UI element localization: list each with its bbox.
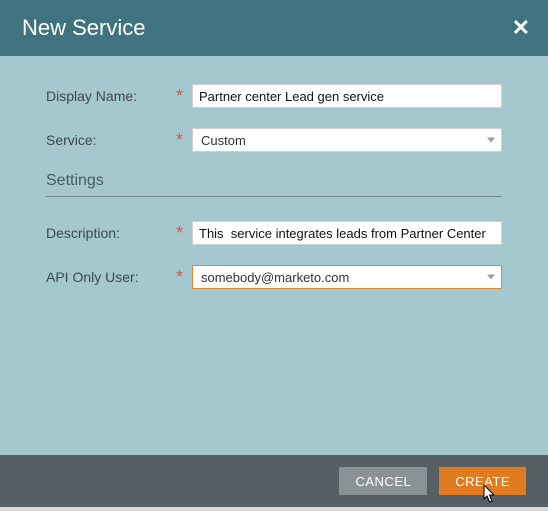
chevron-down-icon: [487, 275, 495, 280]
service-select-value: Custom: [201, 133, 246, 148]
new-service-dialog: New Service ✕ Display Name: * Service: *…: [0, 0, 548, 511]
bottom-strip: [0, 507, 548, 511]
required-marker: *: [176, 226, 190, 240]
service-select[interactable]: Custom: [192, 128, 502, 152]
description-input[interactable]: [192, 221, 502, 245]
row-service: Service: * Custom: [46, 128, 502, 152]
close-icon[interactable]: ✕: [512, 17, 530, 39]
api-only-user-select-value: somebody@marketo.com: [201, 270, 349, 285]
required-marker: *: [176, 89, 190, 103]
required-marker: *: [176, 270, 190, 284]
settings-heading: Settings: [46, 172, 502, 197]
dialog-titlebar: New Service ✕: [0, 0, 548, 56]
cancel-button[interactable]: CANCEL: [339, 467, 427, 495]
row-description: Description: *: [46, 221, 502, 245]
dialog-title: New Service: [22, 15, 145, 41]
create-button[interactable]: CREATE: [439, 467, 526, 495]
row-api-only-user: API Only User: * somebody@marketo.com: [46, 265, 502, 289]
display-name-label: Display Name:: [46, 88, 176, 104]
dialog-body: Display Name: * Service: * Custom Settin…: [0, 56, 548, 455]
required-marker: *: [176, 133, 190, 147]
api-only-user-label: API Only User:: [46, 269, 176, 285]
display-name-input[interactable]: [192, 84, 502, 108]
service-label: Service:: [46, 132, 176, 148]
dialog-footer: CANCEL CREATE: [0, 455, 548, 507]
description-label: Description:: [46, 225, 176, 241]
row-display-name: Display Name: *: [46, 84, 502, 108]
api-only-user-select[interactable]: somebody@marketo.com: [192, 265, 502, 289]
chevron-down-icon: [487, 138, 495, 143]
